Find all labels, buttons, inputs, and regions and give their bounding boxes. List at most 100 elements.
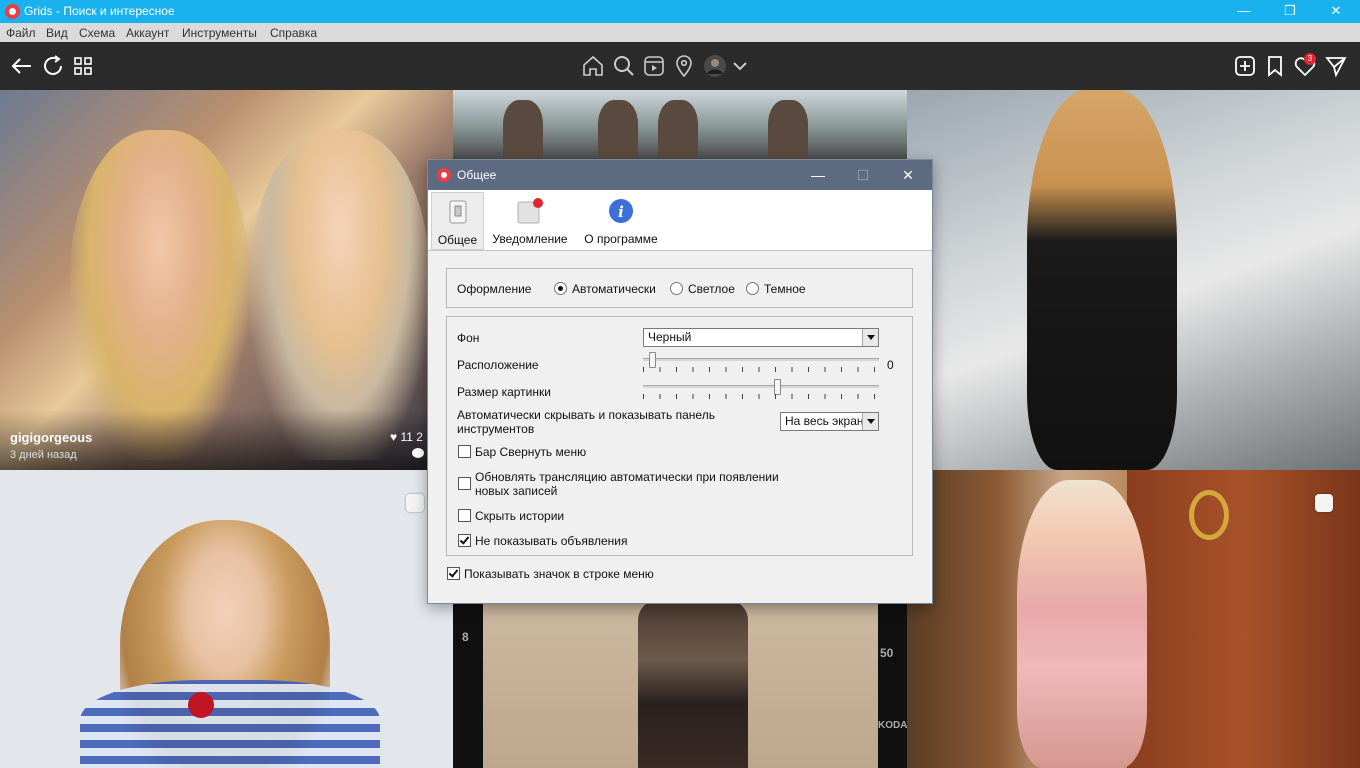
- checkbox-collapse-menu-bar-label[interactable]: Бар Свернуть меню: [475, 445, 586, 459]
- notification-icon: [517, 198, 543, 224]
- photo-content: [658, 100, 698, 160]
- menu-file[interactable]: Файл: [6, 26, 36, 40]
- position-slider-thumb[interactable]: [649, 352, 656, 368]
- svg-text:i: i: [618, 203, 624, 221]
- autohide-select[interactable]: На весь экран: [780, 412, 879, 431]
- chevron-down-icon[interactable]: [728, 54, 747, 78]
- checkbox-hide-ads[interactable]: [458, 534, 471, 547]
- menu-scheme[interactable]: Схема: [79, 26, 115, 40]
- feed-post-2[interactable]: [453, 90, 907, 160]
- checkbox-tray-icon-label[interactable]: Показывать значок в строке меню: [464, 567, 654, 581]
- settings-dialog: Общее — ☐ ✕ Общее Уведомление i О програ…: [427, 159, 933, 604]
- tab-about[interactable]: i О программе: [578, 192, 664, 248]
- menu-help[interactable]: Справка: [270, 26, 317, 40]
- add-icon[interactable]: [1233, 54, 1257, 78]
- tab-notification[interactable]: Уведомление: [486, 192, 574, 248]
- window-title: Grids - Поиск и интересное: [24, 4, 175, 18]
- tab-label: Уведомление: [492, 232, 568, 246]
- post-time: 3 дней назад: [10, 449, 77, 461]
- photo-content: [1189, 490, 1229, 540]
- radio-auto[interactable]: [554, 282, 567, 295]
- checkbox-auto-refresh[interactable]: [458, 477, 471, 490]
- tab-label: О программе: [584, 232, 658, 246]
- radio-dark-label[interactable]: Темное: [764, 282, 806, 296]
- checkbox-tray-icon[interactable]: [447, 567, 460, 580]
- image-size-slider-thumb[interactable]: [773, 379, 781, 395]
- home-icon[interactable]: [581, 54, 605, 78]
- app-logo-icon: [437, 168, 451, 182]
- notification-badge: 3: [1304, 53, 1316, 65]
- feed-post-3[interactable]: [907, 90, 1360, 470]
- radio-dark[interactable]: [746, 282, 759, 295]
- position-slider[interactable]: [643, 352, 879, 374]
- radio-light[interactable]: [670, 282, 683, 295]
- minimize-button[interactable]: —: [1224, 1, 1264, 21]
- radio-light-label[interactable]: Светлое: [688, 282, 735, 296]
- appearance-group: Оформление Автоматически Светлое Темное: [446, 268, 913, 308]
- toolbar: [0, 42, 1360, 90]
- window-title-bar: Grids - Поиск и интересное — ❐ ✕: [0, 0, 1360, 23]
- appearance-label: Оформление: [457, 282, 532, 296]
- tab-general[interactable]: Общее: [431, 192, 484, 250]
- tab-label: Общее: [437, 233, 478, 247]
- film-brand: KODAK: [878, 720, 907, 731]
- position-value: 0: [887, 358, 894, 372]
- post-likes: ♥ 11 2: [390, 430, 423, 444]
- photo-content: [1017, 480, 1147, 768]
- checkbox-hide-stories-label[interactable]: Скрыть истории: [475, 509, 564, 523]
- settings-group: Фон Черный Расположение 0 Размер картинк…: [446, 316, 913, 556]
- menu-account[interactable]: Аккаунт: [126, 26, 169, 40]
- close-button[interactable]: ✕: [1316, 1, 1356, 21]
- checkbox-collapse-menu-bar[interactable]: [458, 445, 471, 458]
- dialog-close-button[interactable]: ✕: [893, 164, 923, 186]
- feed-post-1[interactable]: gigigorgeous 3 дней назад ♥ 11 2: [0, 90, 453, 470]
- back-arrow-icon[interactable]: [10, 54, 34, 78]
- post-username[interactable]: gigigorgeous: [10, 430, 92, 445]
- background-select[interactable]: Черный: [643, 328, 879, 347]
- radio-auto-label[interactable]: Автоматически: [572, 282, 656, 296]
- dialog-minimize-button[interactable]: —: [803, 164, 833, 186]
- background-label: Фон: [457, 331, 480, 345]
- comment-icon: [412, 448, 424, 458]
- refresh-icon[interactable]: [41, 54, 65, 78]
- settings-tabs: Общее Уведомление i О программе: [428, 190, 932, 251]
- position-label: Расположение: [457, 358, 539, 372]
- chevron-down-icon: [862, 329, 878, 346]
- bookmark-icon[interactable]: [1263, 54, 1287, 78]
- dialog-maximize-button[interactable]: ☐: [848, 164, 878, 186]
- photo-content: [638, 600, 748, 768]
- location-icon[interactable]: [672, 54, 696, 78]
- feed-post-4[interactable]: [0, 470, 453, 768]
- switch-icon: [445, 199, 471, 225]
- checkbox-hide-stories[interactable]: [458, 509, 471, 522]
- info-icon: i: [608, 198, 634, 224]
- grid-icon[interactable]: [71, 54, 95, 78]
- photo-content: [80, 680, 380, 768]
- film-label: 8: [462, 630, 469, 644]
- app-logo-icon: [5, 4, 20, 19]
- autohide-select-value: На весь экран: [785, 414, 864, 428]
- multi-photo-icon: [406, 494, 424, 512]
- photo-content: [503, 100, 543, 160]
- maximize-button[interactable]: ❐: [1270, 1, 1310, 21]
- likes-count: 11 2: [400, 430, 423, 444]
- menu-bar: Файл Вид Схема Аккаунт Инструменты Справ…: [0, 23, 1360, 42]
- checkbox-hide-ads-label[interactable]: Не показывать объявления: [475, 534, 628, 548]
- checkbox-auto-refresh-label[interactable]: Обновлять трансляцию автоматически при п…: [475, 470, 805, 498]
- menu-tools[interactable]: Инструменты: [182, 26, 257, 40]
- photo-content: [1127, 470, 1360, 768]
- multi-photo-icon: [1315, 494, 1333, 512]
- avatar[interactable]: [703, 54, 727, 78]
- autohide-label: Автоматически скрывать и показывать пане…: [457, 408, 715, 436]
- feed-post-6[interactable]: [907, 470, 1360, 768]
- search-icon[interactable]: [612, 54, 636, 78]
- menu-view[interactable]: Вид: [46, 26, 68, 40]
- dialog-title: Общее: [457, 168, 497, 182]
- photo-content: [1027, 90, 1177, 470]
- video-icon[interactable]: [642, 54, 666, 78]
- send-icon[interactable]: [1324, 54, 1348, 78]
- film-label: 50: [880, 646, 894, 660]
- image-size-label: Размер картинки: [457, 385, 551, 399]
- dialog-title-bar[interactable]: Общее — ☐ ✕: [428, 160, 932, 190]
- image-size-slider[interactable]: [643, 379, 879, 401]
